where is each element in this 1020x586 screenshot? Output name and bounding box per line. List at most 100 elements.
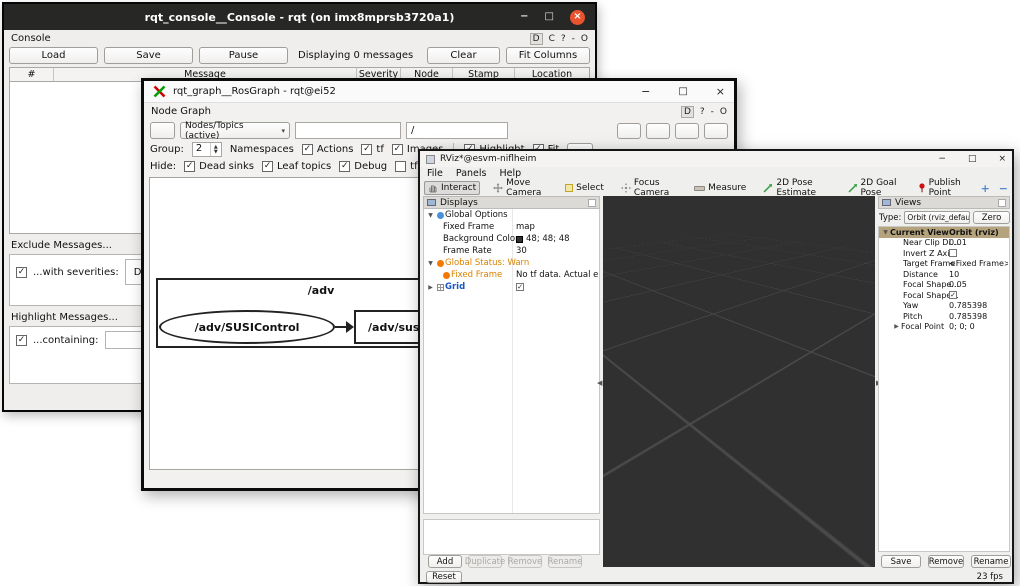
checkbox[interactable]: ✓ (949, 291, 957, 299)
maximize-icon[interactable]: □ (678, 86, 687, 97)
property-value[interactable]: ✓ (516, 283, 598, 291)
dock-button[interactable]: - (572, 34, 575, 44)
graph-action-button[interactable] (617, 123, 641, 139)
titlebar[interactable]: RViz*@esvm-niflheim − □ × (420, 151, 1012, 167)
dead-sinks-checkbox-item[interactable]: ✓ Dead sinks (184, 161, 254, 172)
collapse-left-icon[interactable]: ◀ (597, 379, 602, 387)
menu-panels[interactable]: Panels (456, 168, 487, 179)
titlebar[interactable]: rqt_graph__RosGraph - rqt@ei52 − □ × (144, 81, 734, 103)
add-display-button[interactable]: Add (428, 555, 462, 568)
checkbox[interactable]: ✓ (184, 161, 195, 172)
property-value[interactable]: 48; 48; 48 (516, 234, 598, 244)
view-row[interactable]: Pitch 0.785398 (879, 311, 1009, 322)
view-row[interactable]: Focal Shape... ✓ (879, 290, 1009, 301)
debug-checkbox-item[interactable]: ✓ Debug (339, 161, 387, 172)
expander-icon[interactable]: ▶ (892, 323, 901, 330)
save-view-button[interactable]: Save (881, 555, 921, 568)
dock-button[interactable]: O (581, 34, 588, 44)
checkbox[interactable] (395, 161, 406, 172)
checkbox[interactable]: ✓ (392, 144, 403, 155)
property-value[interactable]: <Fixed Frame> (949, 259, 1008, 268)
duplicate-display-button[interactable]: Duplicate (468, 555, 502, 568)
maximize-icon[interactable]: □ (968, 154, 977, 164)
close-icon[interactable]: × (570, 10, 585, 25)
load-button[interactable]: Load (9, 47, 98, 64)
minimize-icon[interactable]: − (520, 12, 528, 22)
property-value[interactable] (949, 249, 1008, 257)
property-value[interactable]: 0; 0; 0 (949, 322, 1008, 331)
save-button[interactable]: Save (104, 47, 193, 64)
graph-action-button[interactable] (646, 123, 670, 139)
property-row[interactable]: Background Color 48; 48; 48 (424, 233, 599, 245)
tf-hide-checkbox-item[interactable]: tf (395, 161, 417, 172)
property-value[interactable]: 0.05 (949, 280, 1008, 289)
property-value[interactable]: 0.01 (949, 238, 1008, 247)
property-row[interactable]: Fixed Frame map (424, 221, 599, 233)
dock-button[interactable]: ? (561, 34, 566, 44)
view-row[interactable]: Distance 10 (879, 269, 1009, 280)
rename-display-button[interactable]: Rename (548, 555, 582, 568)
leaf-topics-checkbox-item[interactable]: ✓ Leaf topics (262, 161, 331, 172)
property-row[interactable]: ▼ Global Options (424, 209, 599, 221)
checkbox[interactable] (949, 249, 957, 257)
measure-tool[interactable]: Measure (690, 181, 750, 195)
view-row[interactable]: ▼ Current View Orbit (rviz) (879, 227, 1009, 238)
view-row[interactable]: Target Frame <Fixed Frame> (879, 259, 1009, 270)
group-depth-spinner[interactable]: 2 ▲ ▼ (192, 142, 222, 157)
dock-button[interactable]: C (549, 34, 555, 44)
highlight-containing-checkbox[interactable]: ✓ (16, 335, 27, 346)
remove-view-button[interactable]: Remove (928, 555, 964, 568)
render-viewport[interactable] (603, 196, 875, 567)
refresh-button[interactable] (150, 122, 175, 139)
property-value[interactable]: 0.785398 (949, 301, 1008, 310)
minimize-icon[interactable]: − (641, 85, 650, 98)
close-icon[interactable]: × (716, 85, 725, 98)
checkbox[interactable]: ✓ (262, 161, 273, 172)
zero-button[interactable]: Zero (973, 211, 1010, 224)
select-tool[interactable]: Select (561, 181, 608, 195)
expander-icon[interactable]: ▼ (426, 260, 435, 267)
expander-icon[interactable]: ▼ (426, 212, 435, 219)
titlebar[interactable]: rqt_console__Console - rqt (on imx8mprsb… (4, 4, 595, 30)
property-value[interactable]: 10 (949, 270, 1008, 279)
checkbox[interactable]: ✓ (339, 161, 350, 172)
tf-group-checkbox-item[interactable]: ✓ tf (361, 144, 383, 155)
dock-button[interactable]: D (530, 33, 543, 45)
property-row[interactable]: Fixed Frame No tf data. Actual error: ..… (424, 269, 599, 281)
displays-panel-header[interactable]: Displays (423, 196, 600, 209)
actions-checkbox-item[interactable]: ✓ Actions (302, 144, 354, 155)
property-row[interactable]: Frame Rate 30 (424, 245, 599, 257)
expander-icon[interactable]: ▼ (881, 229, 890, 236)
maximize-icon[interactable]: □ (545, 12, 554, 22)
checkbox[interactable]: ✓ (516, 283, 524, 291)
remove-display-button[interactable]: Remove (508, 555, 542, 568)
dock-button[interactable]: D (681, 106, 694, 118)
close-icon[interactable]: × (998, 154, 1006, 164)
view-type-combo[interactable]: Orbit (rviz_default_ ▾ (904, 211, 970, 224)
remove-tool-button[interactable]: − (999, 183, 1008, 194)
property-row[interactable]: ▼ Global Status: Warn (424, 257, 599, 269)
graph-action-button[interactable] (675, 123, 699, 139)
rename-view-button[interactable]: Rename (971, 555, 1011, 568)
property-value[interactable]: map (516, 222, 598, 232)
view-row[interactable]: Yaw 0.785398 (879, 301, 1009, 312)
column-header[interactable]: # (10, 68, 54, 81)
property-value[interactable]: 30 (516, 246, 598, 256)
add-tool-button[interactable]: + (981, 183, 990, 194)
minimize-icon[interactable]: − (938, 154, 946, 164)
graph-type-combo[interactable]: Nodes/Topics (active) ▾ (180, 122, 290, 139)
menu-file[interactable]: File (427, 168, 443, 179)
checkbox[interactable]: ✓ (302, 144, 313, 155)
checkbox[interactable]: ✓ (361, 144, 372, 155)
view-row[interactable]: Focal Shape... 0.05 (879, 280, 1009, 291)
graph-action-button[interactable] (704, 123, 728, 139)
topic-filter-input[interactable]: / (406, 122, 508, 139)
pause-button[interactable]: Pause (199, 47, 288, 64)
node-filter-input[interactable] (295, 122, 401, 139)
dock-button[interactable]: O (720, 107, 727, 117)
float-panel-button[interactable] (998, 199, 1006, 207)
dock-button[interactable]: ? (700, 107, 705, 117)
float-panel-button[interactable] (588, 199, 596, 207)
reset-button[interactable]: Reset (426, 571, 462, 583)
view-row[interactable]: ▶ Focal Point 0; 0; 0 (879, 322, 1009, 333)
